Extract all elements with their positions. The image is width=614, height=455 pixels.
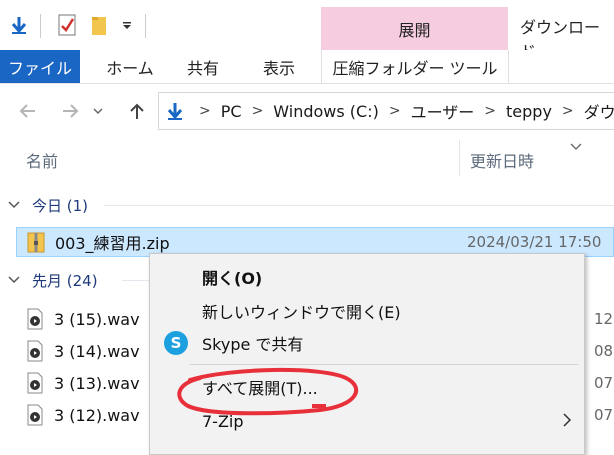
tab-home[interactable]: ホーム <box>90 50 170 83</box>
annotation-ellipse <box>177 367 359 416</box>
skype-icon: S <box>164 331 188 355</box>
file-name: 3 (12).wav <box>54 405 140 425</box>
chevron-right-icon <box>562 409 572 433</box>
breadcrumb-users[interactable]: ユーザー <box>411 99 475 123</box>
tab-view[interactable]: 表示 <box>246 50 312 83</box>
menu-item-label: 新しいウィンドウで開く(E) <box>202 303 401 322</box>
toolbar-divider <box>145 14 146 38</box>
group-label: 先月 (24) <box>32 271 98 290</box>
file-date: 12 <box>594 310 614 328</box>
menu-item-open-new-window[interactable]: 新しいウィンドウで開く(E) <box>150 294 584 328</box>
file-date: 08 <box>594 342 614 360</box>
breadcrumb-separator-icon: > <box>199 103 211 119</box>
file-date: 2024/03/21 17:50 <box>467 233 602 251</box>
menu-item-skype-share[interactable]: S Skype で共有 <box>150 326 584 360</box>
address-bar[interactable]: > PC > Windows (C:) > ユーザー > teppy > ダウン… <box>158 92 614 130</box>
breadcrumb-drive[interactable]: Windows (C:) <box>273 102 379 121</box>
group-divider <box>104 205 614 206</box>
down-arrow-icon[interactable] <box>6 10 32 40</box>
sort-chevron-down-icon[interactable] <box>570 136 582 155</box>
group-header-today[interactable]: 今日 (1) <box>8 194 88 216</box>
tab-compressed-folder-tools[interactable]: 圧縮フォルダー ツール <box>321 50 509 83</box>
file-name: 3 (14).wav <box>54 341 140 361</box>
audio-file-icon <box>27 404 43 426</box>
audio-file-icon <box>27 372 43 394</box>
chevron-down-icon <box>8 273 20 287</box>
menu-item-label: Skype で共有 <box>202 335 304 354</box>
breadcrumb-user[interactable]: teppy <box>506 102 552 121</box>
recent-chevron-down-icon[interactable] <box>88 98 108 124</box>
file-name: 003_練習用.zip <box>55 234 170 253</box>
ribbon-tabs: ファイル ホーム 共有 表示 圧縮フォルダー ツール <box>0 50 614 84</box>
group-divider <box>122 280 152 281</box>
column-divider[interactable] <box>459 140 460 176</box>
checklist-icon[interactable] <box>54 10 80 40</box>
column-header-name[interactable]: 名前 <box>26 148 58 172</box>
menu-item-label: 開く(O) <box>202 269 263 288</box>
breadcrumb-downloads[interactable]: ダウンロ <box>584 99 614 123</box>
down-arrow-icon <box>167 101 183 121</box>
breadcrumb-separator-icon: > <box>561 103 574 119</box>
zip-folder-icon <box>27 232 45 253</box>
audio-file-icon <box>27 340 43 362</box>
file-name: 3 (13).wav <box>54 373 140 393</box>
column-header-modified[interactable]: 更新日時 <box>470 148 534 172</box>
forward-arrow-icon[interactable] <box>58 98 84 124</box>
back-arrow-icon[interactable] <box>14 98 40 124</box>
up-arrow-icon[interactable] <box>124 98 150 124</box>
audio-file-icon <box>27 308 43 330</box>
breadcrumb-pc[interactable]: PC <box>221 102 242 121</box>
chevron-down-icon[interactable] <box>114 10 140 40</box>
file-name: 3 (15).wav <box>54 309 140 329</box>
tab-share[interactable]: 共有 <box>170 50 236 83</box>
breadcrumb-separator-icon: > <box>484 103 497 119</box>
group-label: 今日 (1) <box>32 196 89 215</box>
chevron-down-icon <box>8 198 20 212</box>
breadcrumb-separator-icon: > <box>388 103 401 119</box>
menu-item-open[interactable]: 開く(O) <box>150 260 584 294</box>
tab-file[interactable]: ファイル <box>0 50 80 83</box>
toolbar-divider <box>40 14 41 38</box>
breadcrumb-separator-icon: > <box>251 103 264 119</box>
group-header-last-month[interactable]: 先月 (24) <box>8 269 98 291</box>
context-tab-header: 展開 <box>321 7 508 50</box>
folder-icon[interactable] <box>86 10 112 40</box>
file-date: 07 <box>594 406 614 424</box>
file-date: 07 <box>594 374 614 392</box>
menu-separator <box>190 364 578 365</box>
